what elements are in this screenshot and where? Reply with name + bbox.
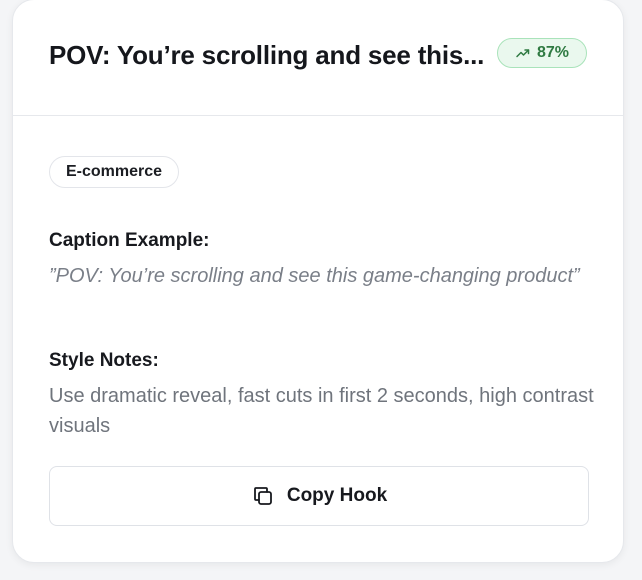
copy-hook-label: Copy Hook (286, 485, 388, 506)
hook-title: POV: You’re scrolling and see this... (49, 40, 485, 70)
category-tag: E-commerce (49, 156, 180, 188)
copy-icon (253, 487, 272, 505)
caption-example-text: ”POV: You’re scrolling and see this game… (49, 265, 580, 287)
trending-up-icon (516, 49, 530, 58)
style-notes-label: Style Notes: (49, 350, 159, 371)
card-header: POV: You’re scrolling and see this... 87… (13, 0, 623, 116)
copy-hook-button[interactable]: Copy Hook (49, 466, 589, 526)
hook-card: POV: You’re scrolling and see this... 87… (12, 0, 624, 563)
score-badge: 87% (497, 38, 587, 68)
caption-label: Caption Example: (49, 230, 210, 251)
style-notes-text: Use dramatic reveal, fast cuts in first … (49, 385, 594, 437)
score-value: 87% (536, 44, 570, 61)
